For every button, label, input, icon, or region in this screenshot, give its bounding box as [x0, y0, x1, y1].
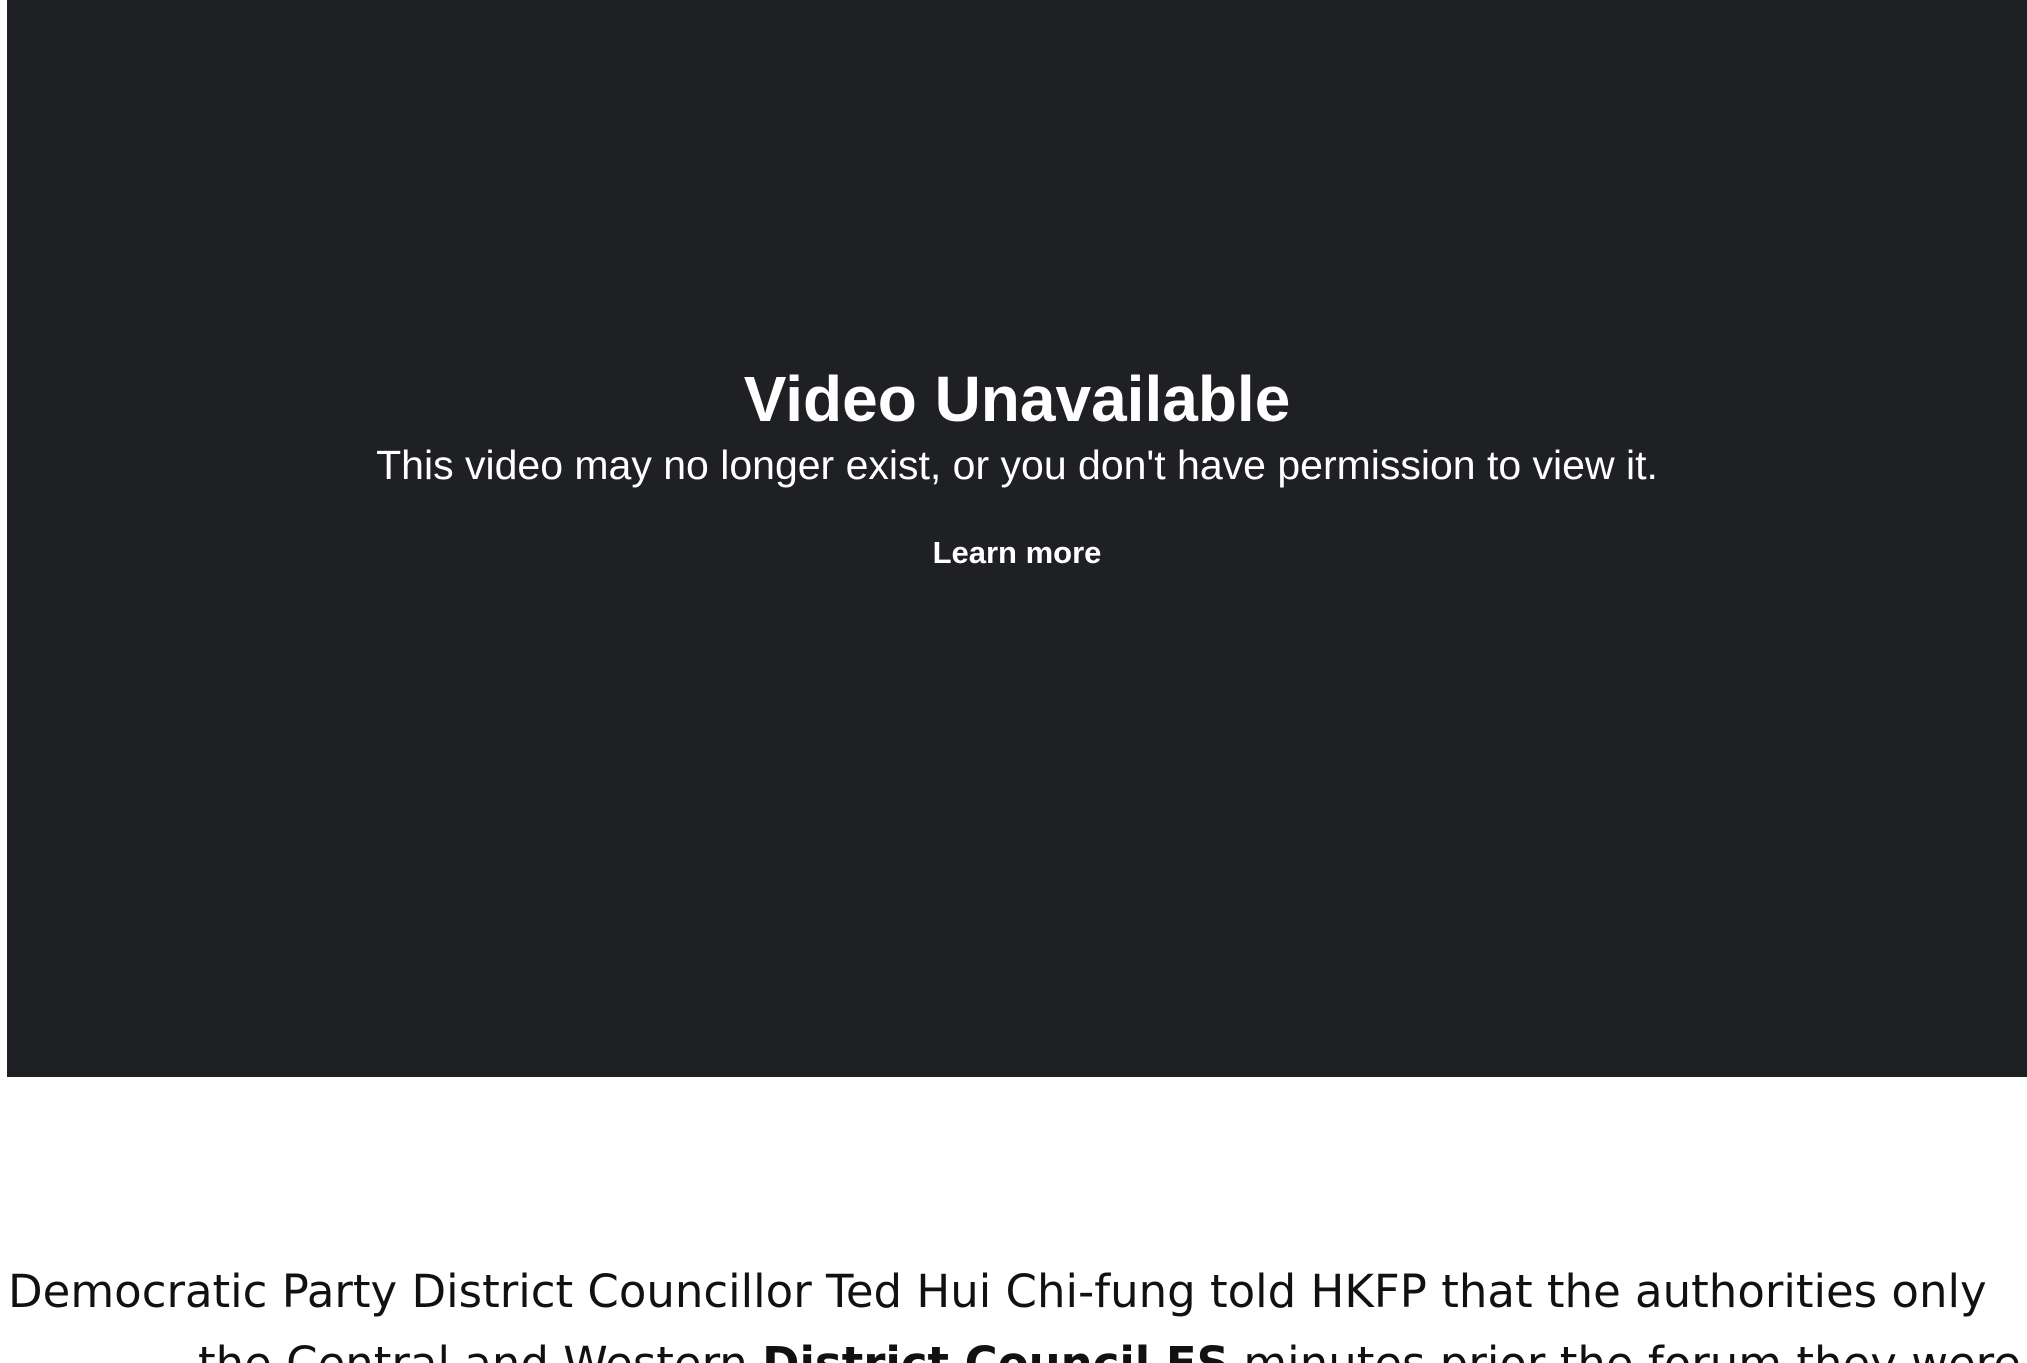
video-unavailable-title: Video Unavailable — [743, 363, 1291, 435]
video-unavailable-message: This video may no longer exist, or you d… — [376, 442, 1658, 488]
article-line-1: Democratic Party District Councillor Ted… — [8, 1265, 1987, 1318]
article-line-2-end: minutes prior the forum they were about … — [1229, 1337, 2027, 1363]
article-paragraph: Democratic Party District Councillor Ted… — [8, 1256, 2027, 1363]
video-player[interactable]: Video Unavailable This video may no long… — [7, 0, 2027, 1077]
learn-more-link[interactable]: Learn more — [933, 530, 1102, 576]
article-line-2-start: the Central and Western — [198, 1337, 762, 1363]
district-council-link[interactable]: District Council ES — [762, 1337, 1229, 1363]
article-line-2: the Central and Western District Council… — [8, 1328, 2027, 1363]
